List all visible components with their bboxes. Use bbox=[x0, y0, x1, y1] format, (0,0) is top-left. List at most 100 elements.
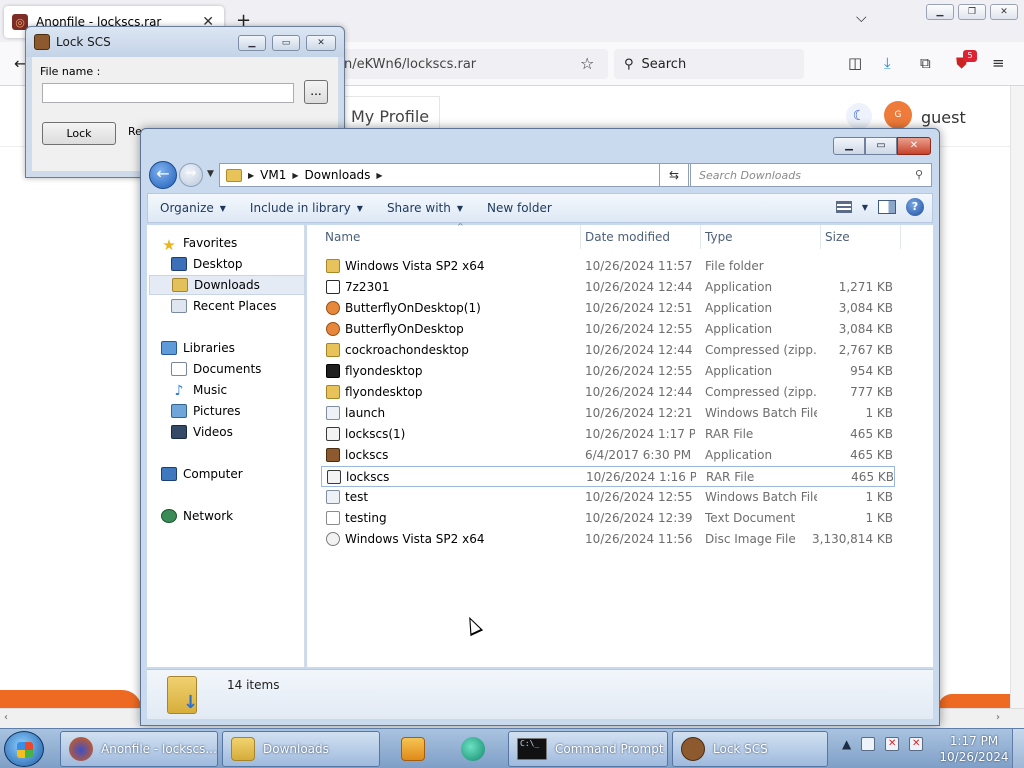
extensions-puzzle-icon[interactable]: ⧉ bbox=[920, 54, 931, 72]
taskbar-item-downloads[interactable]: Downloads bbox=[222, 731, 380, 767]
browser-close-button[interactable]: ✕ bbox=[990, 4, 1018, 20]
nav-label: Documents bbox=[193, 362, 262, 376]
help-icon[interactable]: ? bbox=[906, 198, 924, 216]
breadcrumb-downloads[interactable]: Downloads bbox=[305, 168, 371, 182]
show-desktop-button[interactable] bbox=[1012, 729, 1024, 768]
nav-item-recent-places[interactable]: Recent Places bbox=[171, 296, 327, 316]
file-size: 1 KB bbox=[865, 511, 893, 525]
volume-muted-icon[interactable]: ✕ bbox=[885, 737, 900, 751]
nav-item-favorites[interactable]: ★ Favorites bbox=[161, 233, 317, 254]
scroll-right-arrow-icon[interactable]: › bbox=[996, 712, 1000, 723]
url-bar[interactable]: n/eKWn6/lockscs.rar bbox=[330, 49, 608, 79]
nav-item-videos[interactable]: Videos bbox=[171, 422, 327, 442]
recent-pages-dropdown-icon[interactable]: ▼ bbox=[207, 169, 214, 179]
nav-item-documents[interactable]: Documents bbox=[171, 359, 327, 379]
nav-item-desktop[interactable]: Desktop bbox=[171, 254, 327, 274]
file-row[interactable]: ButterflyOnDesktop(1) 10/26/2024 12:51 ..… bbox=[321, 298, 895, 319]
explorer-close-button[interactable]: ✕ bbox=[897, 137, 931, 155]
menu-hamburger-icon[interactable]: ≡ bbox=[992, 54, 1005, 72]
nav-item-music[interactable]: ♪ Music bbox=[171, 380, 327, 400]
lock-maximize-button[interactable]: ▭ bbox=[272, 35, 300, 51]
username[interactable]: guest bbox=[921, 108, 966, 127]
file-date-modified: 6/4/2017 6:30 PM bbox=[585, 448, 692, 462]
breadcrumb-separator-icon[interactable]: ▶ bbox=[292, 171, 298, 180]
nav-item-libraries[interactable]: Libraries bbox=[161, 338, 317, 358]
file-row[interactable]: lockscs 10/26/2024 1:16 PM RAR File 465 KB bbox=[321, 466, 895, 487]
nav-item-network[interactable]: Network bbox=[161, 506, 317, 526]
page-vertical-scrollbar[interactable] bbox=[1010, 86, 1024, 708]
lock-close-button[interactable]: ✕ bbox=[306, 35, 336, 51]
include-in-library-button[interactable]: Include in library ▼ bbox=[238, 201, 375, 215]
file-row[interactable]: flyondesktop 10/26/2024 12:44 ... Compress… bbox=[321, 382, 895, 403]
start-button[interactable] bbox=[4, 731, 44, 767]
browser-search-placeholder: Search bbox=[641, 56, 687, 72]
share-with-button[interactable]: Share with ▼ bbox=[375, 201, 475, 215]
back-button[interactable]: ← bbox=[149, 161, 177, 189]
new-folder-button[interactable]: New folder bbox=[475, 201, 564, 215]
file-row[interactable]: cockroachondesktop 10/26/2024 12:44 ... Co… bbox=[321, 340, 895, 361]
taskbar-clock[interactable]: 1:17 PM 10/26/2024 bbox=[938, 733, 1010, 765]
forward-button[interactable]: → bbox=[179, 163, 203, 187]
rar-file-icon bbox=[327, 470, 341, 484]
column-header-name[interactable]: Name ^ bbox=[321, 222, 581, 249]
organize-button[interactable]: Organize ▼ bbox=[148, 201, 238, 215]
file-row[interactable]: lockscs 6/4/2017 6:30 PM Application 465 KB bbox=[321, 445, 895, 466]
file-row[interactable]: test 10/26/2024 12:55 ... Windows Batch Fi… bbox=[321, 487, 895, 508]
lock-minimize-button[interactable]: ▁ bbox=[238, 35, 266, 51]
explorer-minimize-button[interactable]: ▁ bbox=[833, 137, 865, 155]
taskbar-item-firefox[interactable]: Anonfile - lockscs... bbox=[60, 731, 218, 767]
address-bar[interactable]: ▶ VM1 ▶ Downloads ▶ ▼ bbox=[219, 163, 695, 187]
network-tray-icon[interactable] bbox=[861, 737, 876, 751]
taskbar-item-command-prompt[interactable]: C:\_ Command Prompt bbox=[508, 731, 668, 767]
column-header-size[interactable]: Size bbox=[821, 225, 901, 249]
bookmark-star-icon[interactable]: ☆ bbox=[580, 54, 594, 73]
preview-pane-icon[interactable] bbox=[878, 200, 896, 214]
nav-item-pictures[interactable]: Pictures bbox=[171, 401, 327, 421]
explorer-titlebar[interactable]: ▁ ▭ ✕ bbox=[141, 129, 939, 159]
explorer-maximize-button[interactable]: ▭ bbox=[865, 137, 897, 155]
command-bar: Organize ▼ Include in library ▼ Share with… bbox=[147, 193, 933, 223]
nav-item-computer[interactable]: Computer bbox=[161, 464, 317, 484]
show-hidden-icons-arrow-icon[interactable]: ▲ bbox=[842, 737, 851, 751]
breadcrumb-separator-icon[interactable]: ▶ bbox=[376, 171, 382, 180]
breadcrumb-vm1[interactable]: VM1 bbox=[260, 168, 286, 182]
taskbar-item-green-app[interactable] bbox=[452, 731, 504, 767]
scroll-left-arrow-icon[interactable]: ‹ bbox=[4, 712, 8, 723]
nav-item-downloads[interactable]: Downloads bbox=[149, 275, 305, 295]
file-row[interactable]: Windows Vista SP2 x64 10/26/2024 11:57 ..… bbox=[321, 256, 895, 277]
dark-mode-moon-icon[interactable]: ☾ bbox=[846, 103, 872, 129]
action-center-flag-icon[interactable]: ✕ bbox=[909, 737, 924, 751]
list-tabs-chevron-icon[interactable]: ⌵ bbox=[856, 10, 867, 26]
file-name-input[interactable] bbox=[42, 83, 294, 103]
column-header-date-modified[interactable]: Date modified bbox=[581, 225, 701, 249]
column-label: Size bbox=[825, 230, 850, 244]
item-count: 14 items bbox=[227, 678, 280, 692]
taskbar-item-lock-scs[interactable]: Lock SCS bbox=[672, 731, 828, 767]
file-row[interactable]: launch 10/26/2024 12:21 ... Windows Batch … bbox=[321, 403, 895, 424]
browser-restore-button[interactable]: ❐ bbox=[958, 4, 986, 20]
refresh-button[interactable]: ⇆ bbox=[659, 163, 689, 187]
file-row[interactable]: 7z2301 10/26/2024 12:44 ... Application 1,2… bbox=[321, 277, 895, 298]
file-row[interactable]: testing 10/26/2024 12:39 ... Text Document… bbox=[321, 508, 895, 529]
view-dropdown-arrow-icon[interactable]: ▼ bbox=[862, 203, 868, 212]
downloads-arrow-icon[interactable]: ⤓ bbox=[884, 54, 891, 72]
taskbar-item-media-player[interactable] bbox=[392, 731, 444, 767]
lock-button[interactable]: Lock bbox=[42, 122, 116, 145]
column-header-type[interactable]: Type bbox=[701, 225, 821, 249]
butterfly-icon bbox=[326, 322, 340, 336]
file-row[interactable]: Windows Vista SP2 x64 10/26/2024 11:56 ..… bbox=[321, 529, 895, 550]
pocket-icon[interactable]: ◫ bbox=[848, 54, 862, 72]
avatar[interactable]: G bbox=[884, 101, 912, 129]
change-view-icon[interactable] bbox=[835, 201, 852, 213]
file-row[interactable]: flyondesktop 10/26/2024 12:55 ... Applicat… bbox=[321, 361, 895, 382]
file-row[interactable]: lockscs(1) 10/26/2024 1:17 PM RAR File 465 … bbox=[321, 424, 895, 445]
file-row[interactable]: ButterflyOnDesktop 10/26/2024 12:55 ... Ap… bbox=[321, 319, 895, 340]
browse-button[interactable]: ... bbox=[304, 80, 328, 104]
browser-search-box[interactable]: ⚲ Search bbox=[614, 49, 804, 79]
taskbar-label: Downloads bbox=[263, 742, 329, 756]
documents-icon bbox=[171, 362, 187, 376]
fly-icon bbox=[326, 364, 340, 378]
breadcrumb-separator-icon[interactable]: ▶ bbox=[248, 171, 254, 180]
browser-minimize-button[interactable]: ▁ bbox=[926, 4, 954, 20]
explorer-search-input[interactable]: Search Downloads ⚲ bbox=[690, 163, 932, 187]
